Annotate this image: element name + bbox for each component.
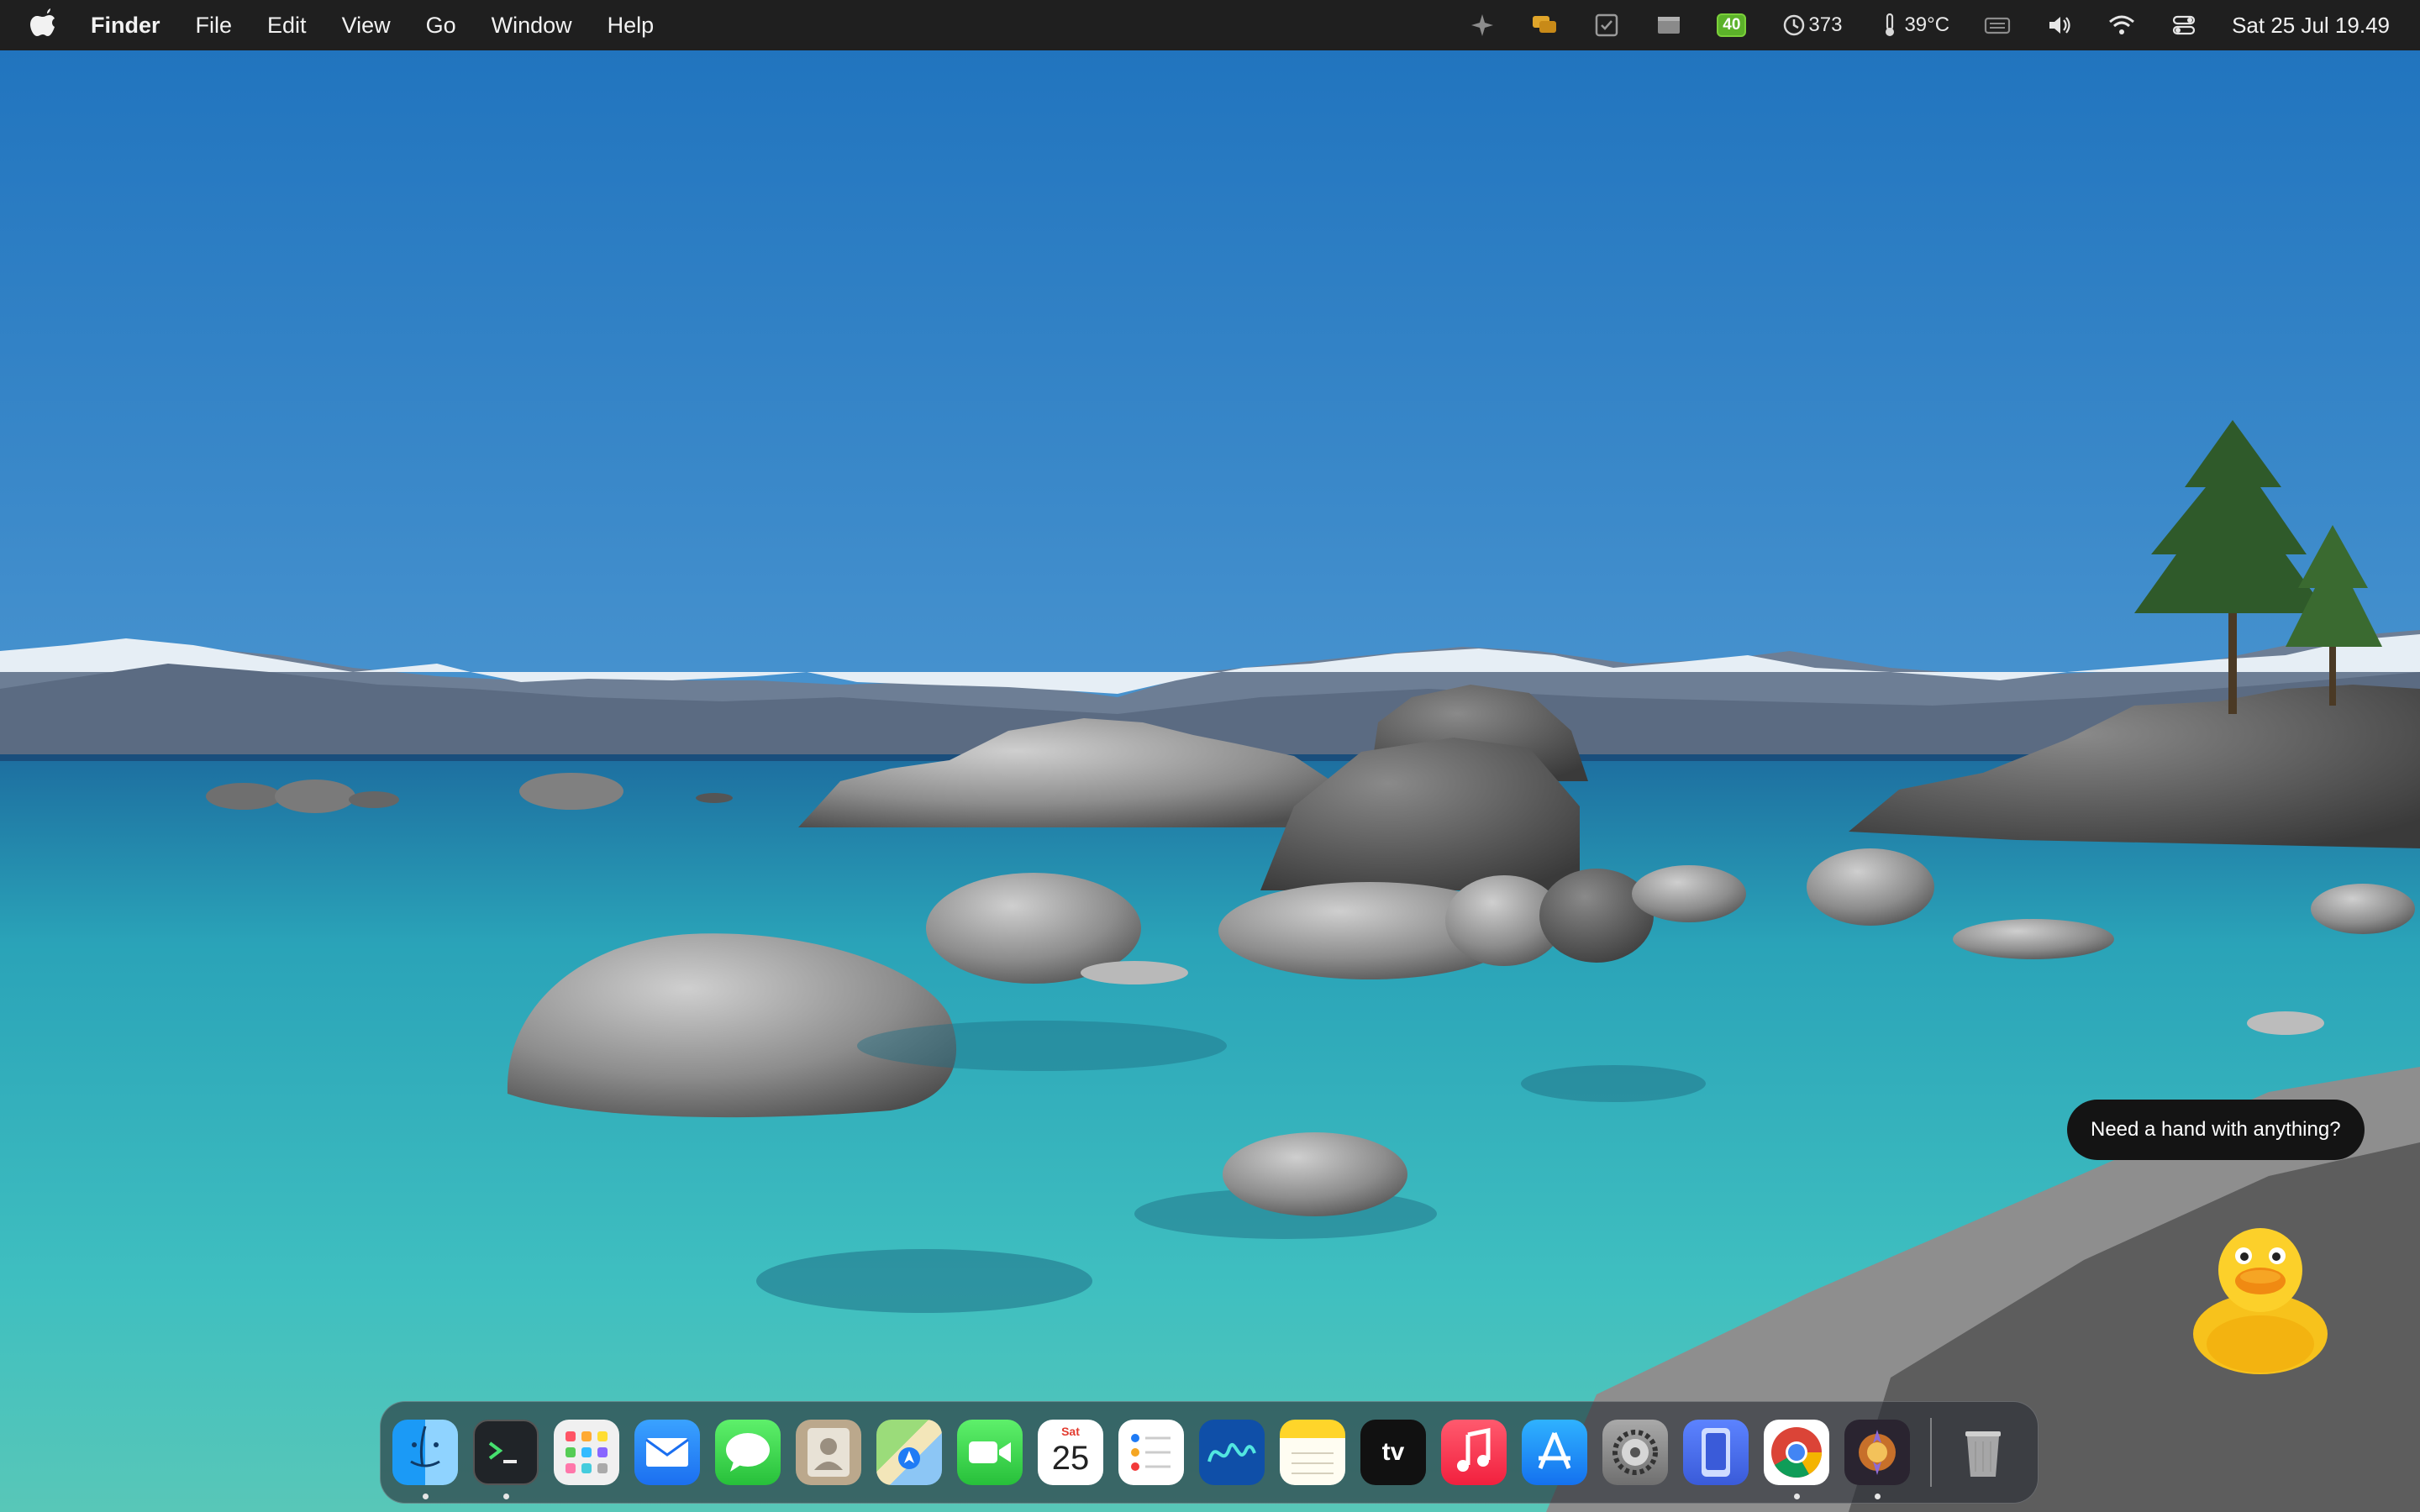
menu-help[interactable]: Help <box>608 13 655 39</box>
dock-item-tv[interactable]: tv <box>1360 1420 1426 1485</box>
calendar-date-label: 25 <box>1051 1440 1090 1477</box>
menu-bar: Finder File Edit View Go Window Help 40 <box>0 0 2420 50</box>
calendar-day-label: Sat <box>1061 1425 1080 1438</box>
dock-item-calendar[interactable]: Sat 25 <box>1038 1420 1103 1485</box>
launchpad-icon <box>554 1420 619 1485</box>
menu-go[interactable]: Go <box>426 13 456 39</box>
dock-item-facetime[interactable] <box>957 1420 1023 1485</box>
running-indicator <box>503 1494 509 1499</box>
dock-item-music[interactable] <box>1441 1420 1507 1485</box>
dock: Sat 25 tv <box>380 1401 2039 1504</box>
dock-item-mail[interactable] <box>634 1420 700 1485</box>
dock-item-app-store[interactable] <box>1522 1420 1587 1485</box>
finder-icon <box>392 1420 458 1485</box>
control-center-icon[interactable] <box>2170 11 2198 39</box>
terminal-icon <box>473 1420 539 1485</box>
wifi-icon[interactable] <box>2107 11 2136 39</box>
app-menu-finder[interactable]: Finder <box>91 13 160 39</box>
dock-separator <box>1930 1418 1932 1487</box>
dock-item-game[interactable] <box>1844 1420 1910 1499</box>
history-counter[interactable]: 373 <box>1780 11 1842 39</box>
menu-window[interactable]: Window <box>492 13 572 39</box>
dock-item-messages[interactable] <box>715 1420 781 1485</box>
menu-view[interactable]: View <box>342 13 391 39</box>
apple-menu-icon[interactable] <box>30 8 55 43</box>
thermometer-icon <box>1886 13 1895 36</box>
messages-icon <box>715 1420 781 1485</box>
dock-item-chrome[interactable] <box>1764 1420 1829 1499</box>
dock-item-launchpad[interactable] <box>554 1420 619 1485</box>
menu-file[interactable]: File <box>196 13 233 39</box>
facetime-icon <box>957 1420 1023 1485</box>
game-icon <box>1844 1420 1910 1485</box>
dock-item-reminders[interactable] <box>1118 1420 1184 1485</box>
dock-item-contacts[interactable] <box>796 1420 861 1485</box>
duck-mascot-icon[interactable] <box>2185 1218 2336 1378</box>
freeform-icon <box>1199 1420 1265 1485</box>
mail-icon <box>634 1420 700 1485</box>
music-icon <box>1441 1420 1507 1485</box>
trash-icon <box>1950 1420 2016 1485</box>
sparkle-icon[interactable] <box>1468 11 1497 39</box>
reminders-icon <box>1118 1420 1184 1485</box>
system-settings-icon <box>1602 1420 1668 1485</box>
dock-item-maps[interactable] <box>876 1420 942 1485</box>
desktop: Finder File Edit View Go Window Help 40 <box>0 0 2420 1512</box>
keyboard-icon[interactable] <box>1983 11 2012 39</box>
history-count: 373 <box>1808 13 1843 36</box>
running-indicator <box>1875 1494 1881 1499</box>
dock-item-trash[interactable] <box>1950 1420 2016 1485</box>
checklist-icon[interactable] <box>1592 11 1621 39</box>
clapboard-icon[interactable] <box>1655 11 1683 39</box>
maps-icon <box>876 1420 942 1485</box>
contacts-icon <box>796 1420 861 1485</box>
dock-item-terminal[interactable] <box>473 1420 539 1499</box>
running-indicator <box>1794 1494 1800 1499</box>
calendar-icon: Sat 25 <box>1038 1420 1103 1485</box>
dock-item-iphone-mirroring[interactable] <box>1683 1420 1749 1485</box>
dock-item-finder[interactable] <box>392 1420 458 1499</box>
notes-icon <box>1280 1420 1345 1485</box>
volume-icon[interactable] <box>2045 11 2074 39</box>
temperature-value: 39°C <box>1904 13 1950 36</box>
dock-item-system-settings[interactable] <box>1602 1420 1668 1485</box>
menu-bar-clock[interactable]: Sat 25 Jul 19.49 <box>2232 13 2390 39</box>
iphone-mirroring-icon <box>1683 1420 1749 1485</box>
assistant-help-bubble[interactable]: Need a hand with anything? <box>2067 1100 2365 1160</box>
chrome-icon <box>1764 1420 1829 1485</box>
menu-edit[interactable]: Edit <box>267 13 307 39</box>
chat-bubbles-icon[interactable] <box>1530 11 1559 39</box>
battery-indicator[interactable]: 40 <box>1717 13 1747 37</box>
app-store-icon <box>1522 1420 1587 1485</box>
wallpaper <box>0 0 2420 1512</box>
tv-icon-label: tv <box>1381 1438 1405 1466</box>
dock-item-freeform[interactable] <box>1199 1420 1265 1485</box>
tv-icon: tv <box>1360 1420 1426 1485</box>
running-indicator <box>423 1494 429 1499</box>
dock-item-notes[interactable] <box>1280 1420 1345 1485</box>
clock-history-icon <box>1784 14 1805 36</box>
temperature-readout[interactable]: 39°C <box>1876 11 1949 39</box>
